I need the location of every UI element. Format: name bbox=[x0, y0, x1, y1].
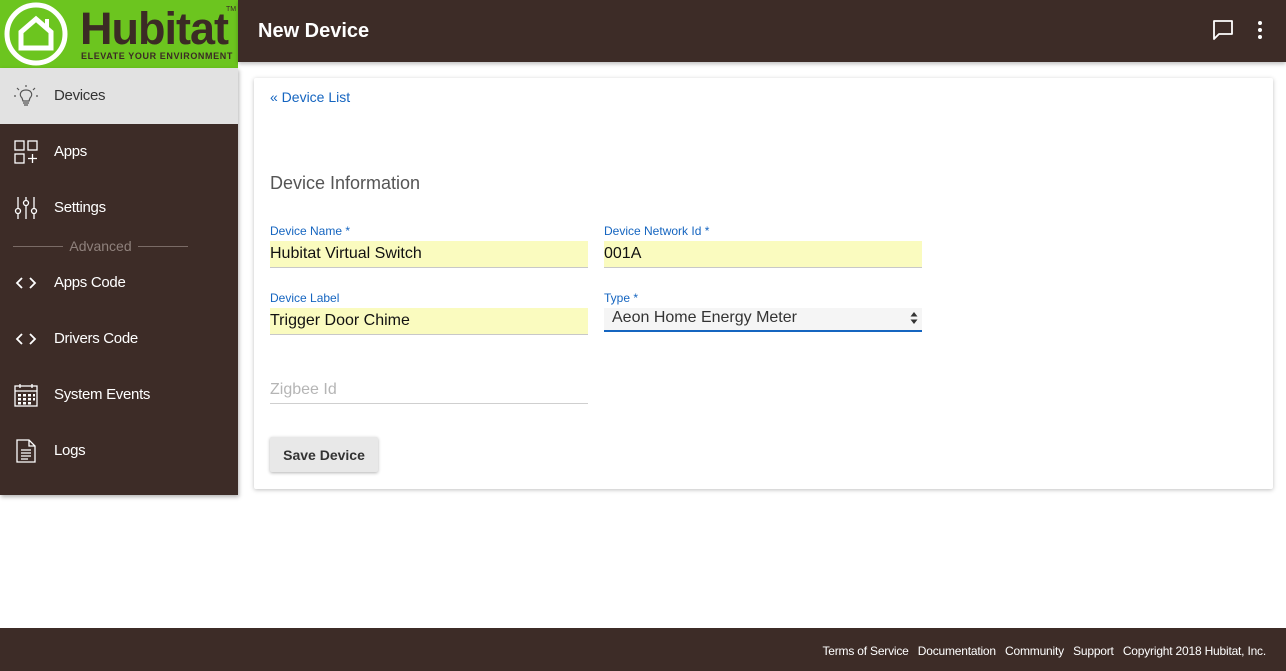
sidebar-item-label: System Events bbox=[54, 386, 151, 403]
device-name-field: Device Name * bbox=[270, 224, 588, 268]
app-root: Hubitat TM ELEVATE YOUR ENVIRONMENT New … bbox=[0, 0, 1286, 671]
community-link[interactable]: Community bbox=[1005, 644, 1064, 658]
lightbulb-icon bbox=[14, 85, 38, 106]
device-label-label: Device Label bbox=[270, 291, 340, 305]
brand-tagline: ELEVATE YOUR ENVIRONMENT bbox=[81, 51, 233, 61]
zigbee-id-field bbox=[270, 374, 588, 404]
sidebar-nav: Devices Apps Settings Advanced Apps Code… bbox=[0, 68, 238, 495]
device-network-id-field: Device Network Id * bbox=[604, 224, 922, 268]
device-label-input[interactable] bbox=[270, 308, 588, 335]
device-network-id-input[interactable] bbox=[604, 241, 922, 268]
copyright-text: Copyright 2018 Hubitat, Inc. bbox=[1122, 644, 1266, 658]
sidebar-item-logs[interactable]: Logs bbox=[0, 423, 238, 479]
support-link[interactable]: Support bbox=[1073, 644, 1114, 658]
brand-logo[interactable]: Hubitat TM ELEVATE YOUR ENVIRONMENT bbox=[0, 0, 238, 68]
code-icon bbox=[15, 333, 37, 345]
documentation-link[interactable]: Documentation bbox=[918, 644, 996, 658]
sidebar-item-label: Apps Code bbox=[54, 274, 126, 291]
device-name-input[interactable] bbox=[270, 241, 588, 268]
chat-icon[interactable] bbox=[1212, 19, 1234, 41]
divider-line bbox=[138, 246, 188, 247]
sliders-icon bbox=[14, 197, 38, 219]
code-icon bbox=[15, 277, 37, 289]
calendar-icon bbox=[14, 384, 38, 407]
page-title: New Device bbox=[258, 20, 370, 42]
footer: Terms of Service Documentation Community… bbox=[0, 628, 1286, 671]
house-logo-icon bbox=[4, 2, 68, 66]
trademark-mark: TM bbox=[226, 6, 237, 13]
device-form-card: « Device List Device Information Device … bbox=[254, 78, 1273, 489]
section-title: Device Information bbox=[270, 173, 421, 193]
sidebar-item-apps-code[interactable]: Apps Code bbox=[0, 255, 238, 311]
brand-name: Hubitat bbox=[80, 3, 229, 54]
top-app-bar: New Device bbox=[238, 0, 1286, 62]
select-arrows-icon bbox=[910, 312, 918, 324]
sidebar-item-label: Settings bbox=[54, 199, 106, 216]
sidebar-item-label: Devices bbox=[54, 87, 106, 104]
zigbee-id-input[interactable] bbox=[270, 376, 588, 404]
device-network-id-label: Device Network Id * bbox=[604, 224, 710, 238]
apps-grid-icon bbox=[14, 140, 38, 164]
sidebar-item-apps[interactable]: Apps bbox=[0, 124, 238, 180]
device-name-label: Device Name * bbox=[270, 224, 351, 238]
save-device-button[interactable]: Save Device bbox=[270, 437, 378, 472]
type-select[interactable]: Aeon Home Energy Meter bbox=[604, 308, 922, 332]
type-label: Type * bbox=[604, 291, 639, 305]
sidebar-item-label: Logs bbox=[54, 442, 86, 459]
advanced-divider: Advanced bbox=[13, 238, 188, 254]
sidebar-item-drivers-code[interactable]: Drivers Code bbox=[0, 311, 238, 367]
type-select-value: Aeon Home Energy Meter bbox=[612, 309, 797, 326]
sidebar-item-system-events[interactable]: System Events bbox=[0, 367, 238, 423]
device-label-field: Device Label bbox=[270, 291, 588, 335]
sidebar-item-settings[interactable]: Settings bbox=[0, 180, 238, 236]
sidebar-item-label: Apps bbox=[54, 143, 87, 160]
sidebar-item-label: Drivers Code bbox=[54, 330, 138, 347]
sidebar-item-devices[interactable]: Devices bbox=[0, 68, 238, 124]
device-list-link[interactable]: « Device List bbox=[270, 89, 350, 105]
document-icon bbox=[16, 439, 36, 463]
type-field: Type * Aeon Home Energy Meter bbox=[604, 291, 922, 332]
terms-of-service-link[interactable]: Terms of Service bbox=[822, 644, 908, 658]
more-vert-icon[interactable] bbox=[1253, 19, 1267, 41]
footer-links: Terms of Service Documentation Community… bbox=[816, 644, 1266, 658]
